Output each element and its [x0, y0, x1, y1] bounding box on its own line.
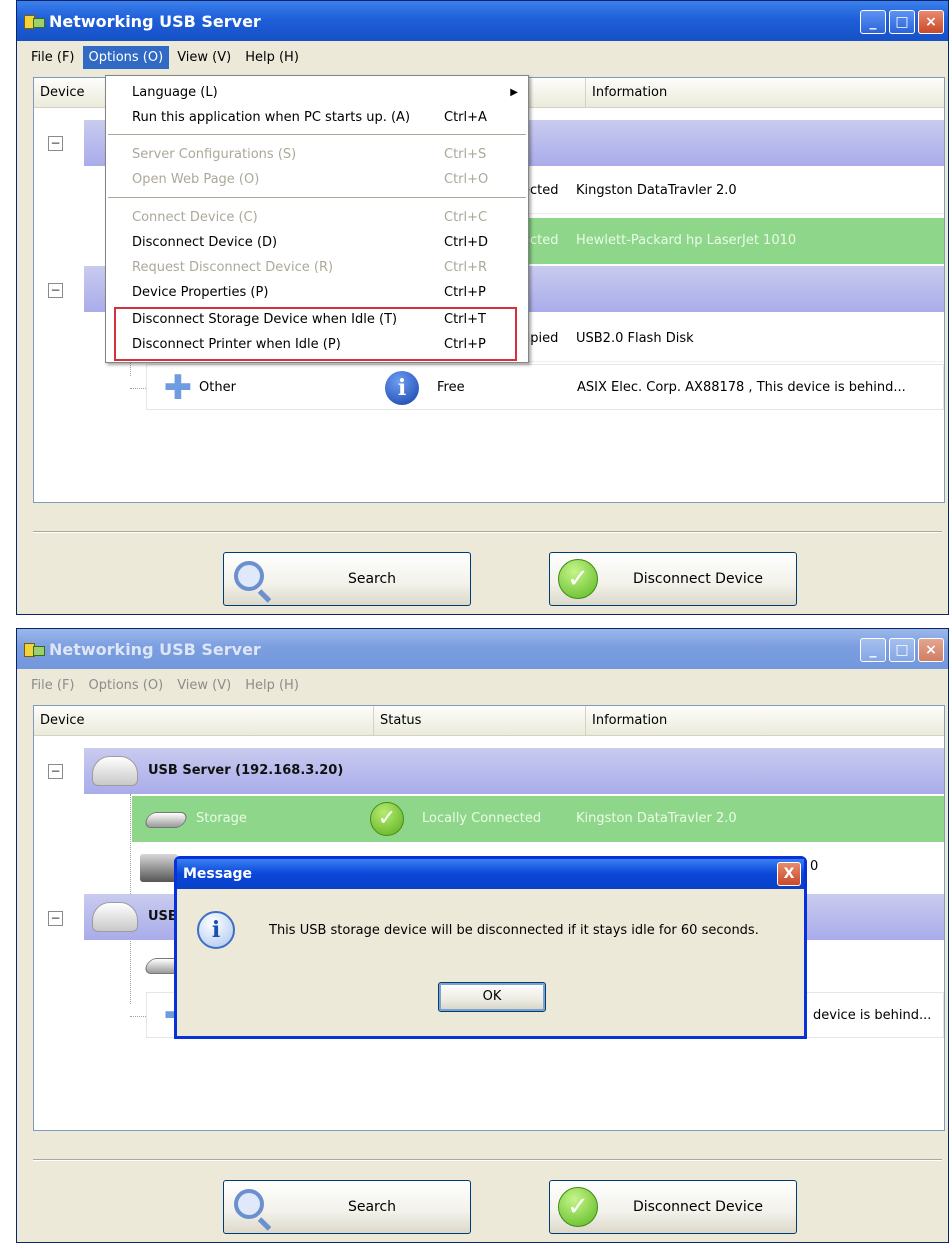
menu-view[interactable]: View (V): [171, 674, 237, 697]
column-header: Device Status Information: [34, 706, 944, 736]
search-button-label: Search: [347, 1199, 397, 1215]
disconnect-button-label: Disconnect Device: [632, 571, 764, 587]
minimize-icon[interactable]: _: [860, 10, 886, 34]
info-icon: i: [197, 911, 235, 949]
maximize-icon[interactable]: □: [889, 10, 915, 34]
menu-help[interactable]: Help (H): [239, 46, 305, 69]
search-button-label: Search: [347, 571, 397, 587]
check-icon: ✓: [370, 802, 404, 836]
ok-button[interactable]: OK: [438, 982, 546, 1012]
table-row[interactable]: Storage ✓ Locally Connected Kingston Dat…: [132, 796, 944, 842]
dialog-message: This USB storage device will be disconne…: [269, 923, 759, 938]
disconnect-device-button[interactable]: ✓ Disconnect Device: [549, 1180, 797, 1234]
search-icon: [234, 1189, 264, 1219]
tree-collapse-icon[interactable]: −: [48, 911, 63, 926]
server-icon: [92, 902, 138, 932]
dialog-close-button[interactable]: X: [777, 862, 801, 886]
menu-item-request-disconnect: Request Disconnect Device (R) Ctrl+R: [132, 260, 488, 275]
menu-help[interactable]: Help (H): [239, 674, 305, 697]
submenu-arrow-icon: ▶: [510, 87, 518, 98]
menu-item-open-web-page: Open Web Page (O) Ctrl+O: [132, 172, 489, 187]
row-device: Storage: [196, 811, 247, 826]
title-bar[interactable]: Networking USB Server _ □ ×: [17, 1, 948, 41]
menu-file[interactable]: File (F): [25, 674, 81, 697]
menu-separator: [108, 134, 526, 135]
row-info: Hewlett-Packard hp LaserJet 1010: [576, 233, 797, 248]
window-title: Networking USB Server: [49, 639, 261, 659]
menu-item-device-properties[interactable]: Device Properties (P) Ctrl+P: [106, 280, 528, 305]
maximize-icon[interactable]: □: [889, 638, 915, 662]
storage-icon: [143, 812, 189, 828]
menu-view[interactable]: View (V): [171, 46, 237, 69]
title-bar[interactable]: Networking USB Server _ □ ×: [17, 629, 948, 669]
server-row[interactable]: USB Server (192.168.3.20): [84, 748, 944, 794]
check-icon: ✓: [558, 1187, 598, 1227]
search-button[interactable]: Search: [223, 1180, 471, 1234]
menu-separator: [108, 197, 526, 198]
app-icon: [23, 12, 45, 30]
disconnect-device-button[interactable]: ✓ Disconnect Device: [549, 552, 797, 606]
row-device: Other: [199, 380, 236, 395]
highlight-box: [114, 307, 517, 361]
close-icon[interactable]: ×: [918, 638, 944, 662]
minimize-icon[interactable]: _: [860, 638, 886, 662]
app-icon: [23, 640, 45, 658]
window-title: Networking USB Server: [49, 11, 261, 31]
menu-item-connect-device: Connect Device (C) Ctrl+C: [132, 210, 488, 225]
row-info: Kingston DataTravler 2.0: [576, 811, 737, 826]
column-status[interactable]: Status: [374, 706, 586, 736]
menu-bar: File (F) Options (O) View (V) Help (H): [17, 669, 948, 701]
server-name: USB Server (192.168.3.20): [148, 763, 344, 778]
column-information[interactable]: Information: [586, 706, 944, 736]
row-info: 0: [810, 859, 819, 874]
menu-item-run-at-startup[interactable]: Run this application when PC starts up. …: [106, 105, 528, 130]
row-info: ASIX Elec. Corp. AX88178 , This device i…: [577, 380, 906, 395]
printer-icon: [140, 854, 178, 882]
divider: [33, 1159, 942, 1161]
tree-collapse-icon[interactable]: −: [48, 764, 63, 779]
check-icon: ✓: [558, 559, 598, 599]
tree-collapse-icon[interactable]: −: [48, 136, 63, 151]
options-menu: Language (L) ▶ Run this application when…: [105, 75, 529, 363]
row-info: Kingston DataTravler 2.0: [576, 183, 737, 198]
row-status: Locally Connected: [422, 811, 542, 826]
menu-item-disconnect-device[interactable]: Disconnect Device (D) Ctrl+D: [106, 230, 528, 255]
puzzle-icon: ✚: [163, 368, 193, 408]
server-icon: [92, 756, 138, 786]
divider: [33, 531, 942, 533]
close-icon[interactable]: ×: [918, 10, 944, 34]
message-dialog: Message X i This USB storage device will…: [174, 856, 807, 1039]
info-icon: i: [385, 371, 419, 405]
tree-collapse-icon[interactable]: −: [48, 283, 63, 298]
search-icon: [234, 561, 264, 591]
table-row[interactable]: ✚ Other i Free ASIX Elec. Corp. AX88178 …: [146, 364, 944, 410]
menu-options[interactable]: Options (O): [83, 674, 170, 697]
menu-bar: File (F) Options (O) View (V) Help (H): [17, 41, 948, 73]
main-window-top: Networking USB Server _ □ × File (F) Opt…: [16, 0, 949, 615]
menu-item-language[interactable]: Language (L) ▶: [106, 80, 528, 105]
column-device[interactable]: Device: [34, 706, 374, 736]
menu-options[interactable]: Options (O): [82, 45, 170, 69]
row-status: Free: [437, 380, 465, 395]
menu-file[interactable]: File (F): [25, 46, 81, 69]
search-button[interactable]: Search: [223, 552, 471, 606]
main-window-bottom: Networking USB Server _ □ × File (F) Opt…: [16, 628, 949, 1243]
dialog-title[interactable]: Message: [177, 859, 804, 889]
row-info: device is behind...: [813, 1008, 932, 1023]
column-information[interactable]: Information: [586, 78, 944, 108]
menu-item-server-configurations: Server Configurations (S) Ctrl+S: [132, 147, 487, 162]
row-info: USB2.0 Flash Disk: [576, 331, 694, 346]
disconnect-button-label: Disconnect Device: [632, 1199, 764, 1215]
